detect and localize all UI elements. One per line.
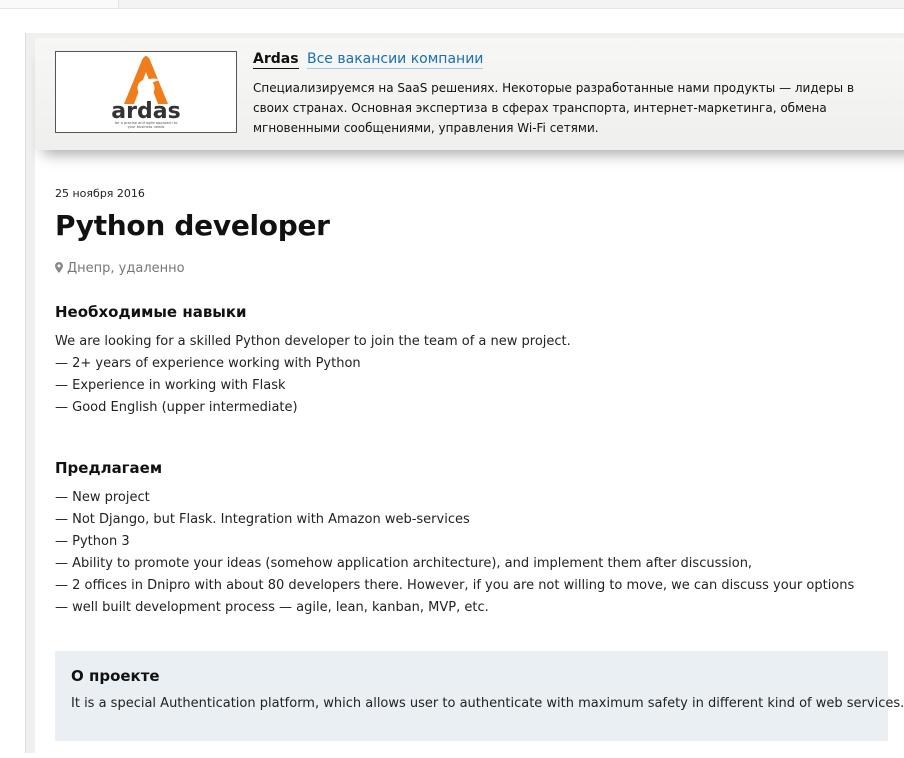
all-vacancies-link[interactable]: Все вакансии компании — [307, 51, 484, 69]
vacancy-title: Python developer — [55, 209, 330, 242]
map-pin-icon — [55, 262, 63, 273]
top-strip-segment — [30, 0, 119, 8]
skills-line: — 2+ years of experience working with Py… — [55, 356, 361, 371]
project-text: It is a special Authentication platform,… — [71, 696, 904, 711]
company-name-link[interactable]: Ardas — [253, 51, 299, 69]
project-heading: О проекте — [71, 667, 160, 685]
ardas-logo-icon: ardas for a precise and agile approach t… — [111, 56, 181, 129]
offer-line: — Not Django, but Flask. Integration wit… — [55, 512, 470, 527]
offer-list: — New project — Not Django, but Flask. I… — [55, 487, 854, 619]
offer-line: — New project — [55, 490, 150, 505]
location-text: Днепр, удаленно — [67, 261, 185, 276]
offer-line: — 2 offices in Dnipro with about 80 deve… — [55, 578, 855, 593]
vacancy-date: 25 ноября 2016 — [55, 187, 145, 200]
skills-heading: Необходимые навыки — [55, 303, 247, 321]
company-logo[interactable]: ardas for a precise and agile approach t… — [55, 51, 237, 133]
offer-line: — well built development process — agile… — [55, 600, 489, 615]
offer-heading: Предлагаем — [55, 459, 163, 477]
top-strip-segment — [0, 0, 31, 8]
vacancy-location: Днепр, удаленно — [55, 261, 185, 276]
skills-list: We are looking for a skilled Python deve… — [55, 331, 571, 419]
skills-line: — Experience in working with Flask — [55, 378, 286, 393]
offer-line: — Python 3 — [55, 534, 130, 549]
skills-line: We are looking for a skilled Python deve… — [55, 334, 571, 349]
company-description: Специализируемся на SaaS решениях. Некот… — [253, 81, 855, 135]
browser-top-strip — [0, 0, 904, 9]
skills-line: — Good English (upper intermediate) — [55, 400, 298, 415]
about-project-box: О проекте It is a special Authentication… — [55, 651, 904, 741]
logo-tagline: your business needs — [128, 125, 165, 129]
company-header: ardas for a precise and agile approach t… — [35, 38, 904, 150]
offer-line: — Ability to promote your ideas (somehow… — [55, 556, 753, 571]
